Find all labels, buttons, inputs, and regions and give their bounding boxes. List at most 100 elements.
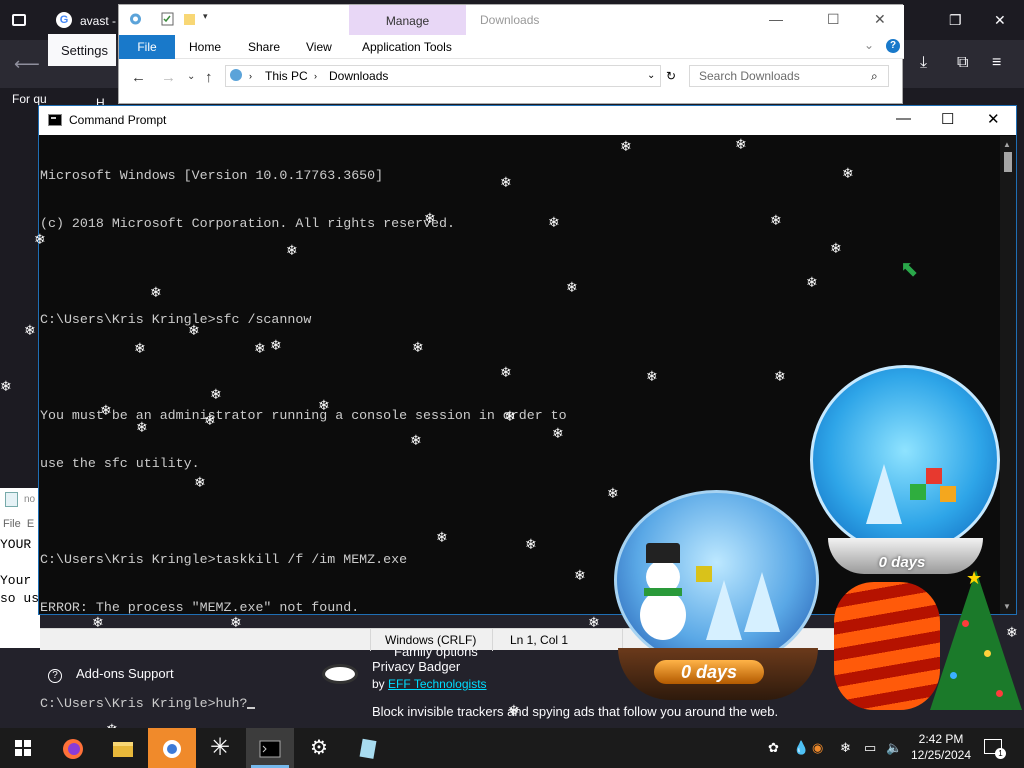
notepad-line: Your — [0, 573, 32, 588]
new-folder-icon[interactable] — [183, 12, 196, 26]
notepad-window[interactable] — [0, 488, 40, 648]
snowflake-icon: ❄ — [735, 137, 747, 153]
text-cursor — [247, 707, 256, 709]
manage-tab[interactable]: Manage — [349, 5, 466, 35]
this-pc-icon — [230, 69, 242, 81]
cmd-icon — [48, 114, 62, 126]
quick-access-icon[interactable] — [129, 12, 142, 26]
tray-snowflake-icon[interactable]: ❄ — [840, 740, 851, 756]
console-line: C:\Users\Kris Kringle>sfc /scannow — [40, 312, 312, 327]
close-icon[interactable]: ✕ — [874, 11, 886, 28]
snowflake-icon: ❄ — [24, 323, 36, 339]
breadcrumb-downloads[interactable]: Downloads — [329, 69, 388, 83]
network-icon[interactable]: ▭ — [864, 740, 876, 756]
quick-access-dropdown-icon[interactable]: ▾ — [203, 11, 216, 25]
snowflake-icon: ❄ — [620, 139, 632, 155]
snowflake-icon: ❄ — [92, 615, 104, 631]
close-icon[interactable]: ✕ — [994, 12, 1006, 29]
menu-file[interactable]: File — [3, 518, 21, 530]
search-icon[interactable]: ⌕ — [871, 69, 878, 84]
cmd-title: Command Prompt — [69, 113, 167, 127]
breadcrumb-chevron-icon[interactable]: › — [249, 71, 252, 81]
close-icon[interactable]: ✕ — [987, 110, 1000, 128]
breadcrumb-chevron-icon[interactable]: › — [314, 71, 317, 81]
ribbon-view-tab[interactable]: View — [306, 40, 332, 54]
ribbon-share-tab[interactable]: Share — [248, 40, 280, 54]
snowman-scarf — [644, 588, 682, 596]
console-line: Microsoft Windows [Version 10.0.17763.36… — [40, 168, 384, 183]
up-icon[interactable]: ↑ — [205, 69, 213, 86]
minimize-icon[interactable]: — — [769, 11, 783, 27]
snowflake-icon: ❄ — [508, 703, 520, 719]
ornament — [984, 650, 991, 657]
system-clock[interactable]: 2:42 PM 12/25/2024 — [910, 731, 972, 763]
snowflake-icon: ❄ — [286, 243, 298, 259]
ribbon-file-tab[interactable]: File — [119, 35, 175, 59]
bookmark-item[interactable]: For qu — [12, 92, 47, 106]
refresh-icon[interactable]: ↻ — [666, 69, 676, 83]
gift-icon — [696, 566, 712, 582]
start-tile — [15, 740, 22, 747]
start-tile — [24, 749, 31, 756]
snowflake-icon: ❄ — [412, 340, 424, 356]
notepad-icon — [5, 492, 18, 507]
scroll-up-icon[interactable]: ▲ — [1003, 140, 1011, 149]
ribbon-application-tools-tab[interactable]: Application Tools — [362, 40, 452, 54]
snowflake-icon: ❄ — [607, 486, 619, 502]
notepad-menu[interactable]: File E — [3, 518, 34, 530]
menu-icon[interactable]: ≡ — [992, 54, 1001, 72]
snowflake-icon: ❄ — [548, 215, 560, 231]
days-counter-small: 0 days — [654, 660, 764, 684]
console-line: (c) 2018 Microsoft Corporation. All righ… — [40, 216, 455, 231]
list-all-tabs-icon[interactable] — [12, 14, 26, 26]
snowflake-icon: ❄ — [500, 365, 512, 381]
restore-icon[interactable]: ❐ — [949, 12, 962, 29]
forward-icon[interactable]: → — [161, 69, 176, 86]
snowflake-icon: ❄ — [774, 369, 786, 385]
snowflake-icon: ❄ — [566, 280, 578, 296]
snowflake-icon: ❄ — [504, 409, 516, 425]
snowflake-icon: ❄ — [204, 413, 216, 429]
snowflake-icon: ❄ — [552, 426, 564, 442]
notepad-line: so us — [0, 591, 40, 606]
address-dropdown-icon[interactable]: ⌄ — [647, 70, 655, 81]
back-icon[interactable]: ← — [131, 69, 146, 86]
tray-drop-icon[interactable]: 💧 — [793, 740, 809, 756]
windows-start-icon[interactable] — [15, 740, 31, 756]
tray-app-icon[interactable]: ✿ — [768, 740, 779, 756]
properties-icon[interactable] — [161, 12, 174, 26]
scrollbar[interactable] — [1000, 136, 1016, 614]
menu-edit[interactable]: E — [27, 518, 34, 530]
volume-icon[interactable]: 🔈 — [886, 740, 902, 756]
ornament — [996, 690, 1003, 697]
snowflake-icon: ❄ — [424, 211, 436, 227]
maximize-icon[interactable]: ☐ — [941, 110, 954, 128]
breadcrumb-this-pc[interactable]: This PC — [265, 69, 308, 83]
back-arrow-icon[interactable]: ⟵ — [14, 54, 40, 75]
file-explorer-window[interactable]: ▾ Manage Downloads — ☐ ✕ File Home Share… — [118, 4, 904, 104]
clock-time: 2:42 PM — [918, 732, 964, 746]
minimize-icon[interactable]: — — [896, 110, 911, 127]
extensions-icon[interactable]: ⧉ — [957, 54, 968, 72]
firefox-icon[interactable] — [62, 738, 84, 760]
cmd-title-bar: Command Prompt — ☐ ✕ — [39, 106, 1016, 135]
maximize-icon[interactable]: ☐ — [827, 11, 840, 28]
globe-tree-icon — [744, 572, 780, 632]
snowflake-icon: ❄ — [136, 420, 148, 436]
gift-icon — [926, 468, 942, 484]
downloads-icon[interactable]: ⤓ — [920, 54, 927, 72]
notepad-icon[interactable] — [358, 738, 380, 760]
ribbon-home-tab[interactable]: Home — [189, 40, 221, 54]
ribbon-expand-icon[interactable]: ⌄ — [864, 38, 874, 52]
file-explorer-icon[interactable] — [112, 738, 134, 760]
notepad-line: YOUR — [0, 537, 32, 552]
help-icon[interactable]: ? — [886, 39, 900, 53]
tray-avast-icon[interactable]: ◉ — [812, 740, 823, 756]
snowflake-app-icon[interactable]: ✳ — [210, 733, 230, 762]
settings-gear-icon[interactable]: ⚙ — [310, 735, 328, 760]
settings-tab[interactable]: Settings — [48, 34, 116, 66]
scrollbar-thumb[interactable] — [1004, 152, 1012, 172]
snowflake-icon: ❄ — [574, 568, 586, 584]
recent-locations-icon[interactable]: ⌄ — [187, 71, 195, 82]
start-tile — [15, 749, 22, 756]
